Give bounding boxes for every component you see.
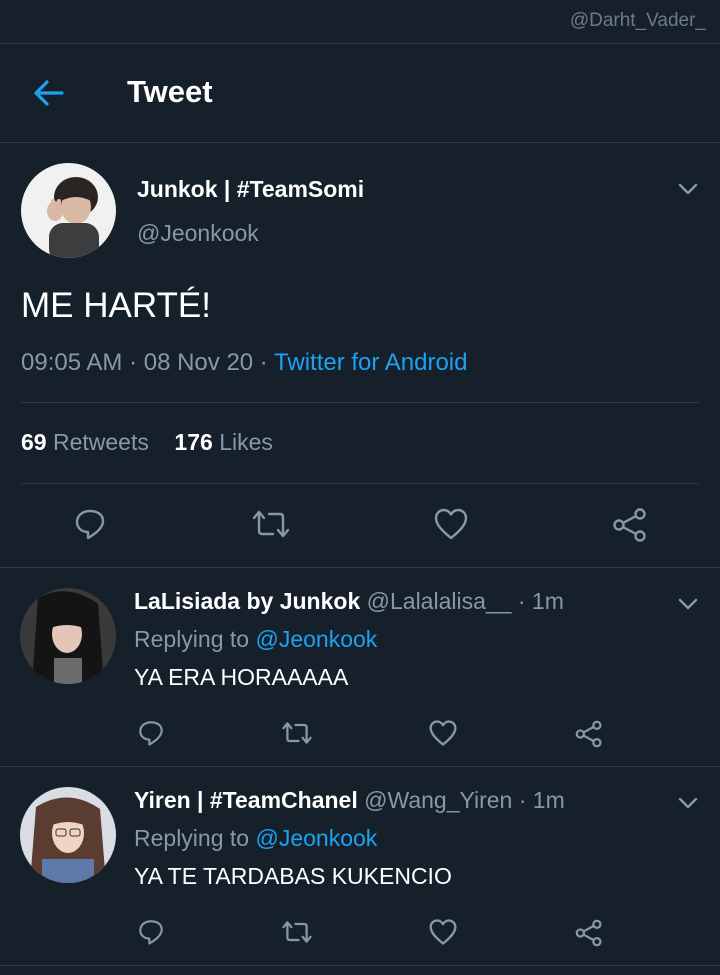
heart-icon [429,919,457,945]
like-button[interactable] [428,719,458,752]
retweet-icon [252,510,290,538]
avatar-image [21,163,116,258]
reply-icon [139,721,163,746]
mention-link[interactable]: @Jeonkook [255,825,377,851]
reply-text: YA ERA HORAAAAA [134,664,349,690]
replying-to-label: Replying to [134,626,250,652]
avatar[interactable] [20,588,116,684]
share-icon [613,508,646,542]
reply-time: 1m [531,588,564,614]
chevron-down-icon [678,598,698,610]
retweets-count: 69 [21,429,47,455]
reply-tweet: Yiren | #TeamChanel @Wang_Yiren · 1m Rep… [0,767,720,966]
divider [21,402,699,403]
avatar-image [20,588,116,684]
heart-icon [434,508,468,540]
chevron-down-icon [678,797,698,809]
like-button[interactable] [428,918,458,951]
reply-author-handle[interactable]: @Wang_Yiren [364,787,512,813]
reply-author-name[interactable]: Yiren | #TeamChanel [134,787,358,813]
retweets-stat[interactable]: 69 Retweets [21,429,149,456]
share-icon [575,720,602,748]
likes-stat[interactable]: 176 Likes [174,429,272,456]
likes-label: Likes [219,429,273,455]
meta-separator: · [511,588,532,614]
retweet-icon [282,921,312,943]
arrow-left-icon [34,80,64,106]
reply-author-handle[interactable]: @Lalalalisa__ [367,588,512,614]
retweet-button[interactable] [281,920,313,949]
reply-header: LaLisiada by Junkok @Lalalalisa__ · 1m [134,588,564,615]
author-name[interactable]: Junkok | #TeamSomi [137,176,364,203]
retweets-label: Retweets [52,429,149,455]
avatar-image [20,787,116,883]
retweet-icon [282,722,312,744]
retweet-button[interactable] [281,721,313,750]
avatar[interactable] [21,163,116,258]
meta-separator: · [512,787,533,813]
divider [21,483,699,484]
watermark: @Darht_Vader_ [569,10,706,31]
reply-menu-button[interactable] [676,795,700,811]
mention-link[interactable]: @Jeonkook [255,626,377,652]
reply-button[interactable] [73,507,107,546]
meta-separator: · [122,349,144,376]
avatar[interactable] [20,787,116,883]
back-button[interactable] [28,76,68,110]
reply-tweet: LaLisiada by Junkok @Lalalalisa__ · 1m R… [0,568,720,767]
retweet-button[interactable] [251,509,291,544]
likes-count: 176 [174,429,213,455]
author-handle[interactable]: @Jeonkook [137,220,259,247]
reply-button[interactable] [137,719,165,752]
reply-header: Yiren | #TeamChanel @Wang_Yiren · 1m [134,787,565,814]
share-button[interactable] [611,507,649,548]
main-tweet: Junkok | #TeamSomi @Jeonkook ME HARTÉ! 0… [0,143,720,568]
watermark-bar: @Darht_Vader_ [0,0,720,44]
reply-text: YA TE TARDABAS KUKENCIO [134,863,452,889]
page-title: Tweet [127,74,213,109]
meta-separator: · [253,349,275,376]
tweet-source-link[interactable]: Twitter for Android [274,349,467,376]
tweet-text: ME HARTÉ! [21,286,211,325]
chevron-down-icon [678,183,698,195]
share-button[interactable] [574,918,604,953]
replying-to-line: Replying to @Jeonkook [134,825,377,852]
heart-icon [429,720,457,746]
like-button[interactable] [433,507,469,546]
tweet-menu-button[interactable] [676,181,700,197]
reply-menu-button[interactable] [676,596,700,612]
tweet-screen: @Darht_Vader_ Tweet Junkok | #TeamSomi @… [0,0,720,975]
reply-icon [139,920,163,945]
replying-to-line: Replying to @Jeonkook [134,626,377,653]
reply-time: 1m [532,787,565,813]
reply-button[interactable] [137,918,165,951]
tweet-stats: 69 Retweets 176 Likes [21,429,273,456]
share-icon [575,919,602,947]
share-button[interactable] [574,719,604,754]
replying-to-label: Replying to [134,825,250,851]
tweet-date: 08 Nov 20 [143,349,254,376]
app-header: Tweet [0,44,720,143]
reply-icon [75,509,105,540]
reply-author-name[interactable]: LaLisiada by Junkok [134,588,360,614]
tweet-meta: 09:05 AM · 08 Nov 20 · Twitter for Andro… [21,349,467,377]
tweet-time: 09:05 AM [21,349,123,376]
